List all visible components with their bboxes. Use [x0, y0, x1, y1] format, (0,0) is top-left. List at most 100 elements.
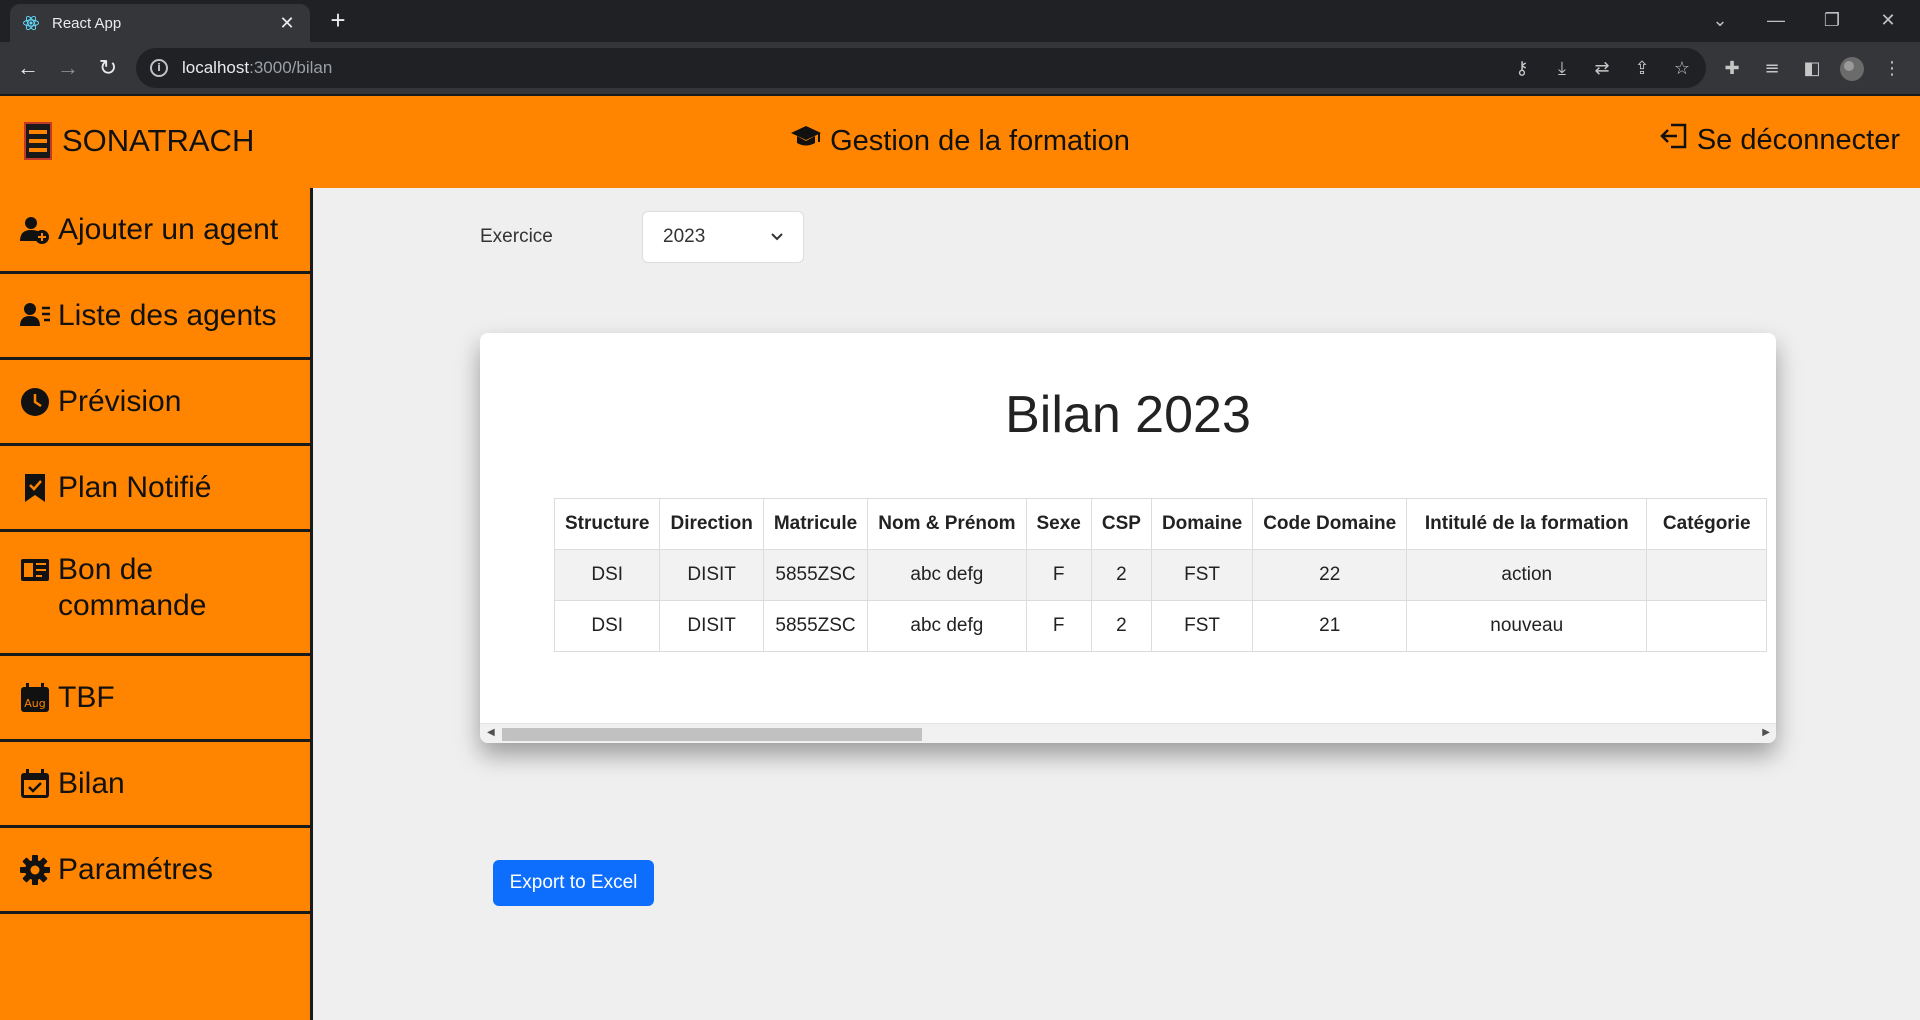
- close-window-button[interactable]: ✕: [1860, 0, 1916, 42]
- app-header: SONATRACH Gestion de la formation Se déc…: [0, 96, 1920, 188]
- exercice-select[interactable]: 2023: [642, 211, 804, 263]
- exercice-label: Exercice: [480, 226, 553, 247]
- scroll-left-arrow-icon[interactable]: ◀: [487, 727, 495, 738]
- logout-icon: [1659, 122, 1689, 158]
- column-header: Structure: [554, 498, 661, 550]
- column-header: Nom & Prénom: [867, 498, 1027, 550]
- site-info-icon[interactable]: i: [150, 59, 168, 77]
- sidebar-item-bon-commande[interactable]: Bon de commande: [0, 532, 310, 656]
- restore-button[interactable]: ❐: [1804, 0, 1860, 42]
- bookmark-check-icon: [25, 473, 45, 502]
- sidebar-item-label: TBF: [58, 680, 115, 714]
- column-header: Intitulé de la formation: [1406, 498, 1648, 550]
- profile-avatar[interactable]: [1838, 55, 1866, 83]
- calendar-aug-icon: Aug: [21, 682, 49, 712]
- tab-search-icon[interactable]: ⌄: [1692, 0, 1748, 42]
- sidebar-item-bilan[interactable]: Bilan: [0, 742, 310, 828]
- clock-icon: [21, 387, 49, 416]
- table-cell: DSI: [554, 600, 661, 652]
- table-cell: FST: [1150, 600, 1254, 652]
- sidebar-item-prevision[interactable]: Prévision: [0, 360, 310, 446]
- table-cell: FST: [1150, 549, 1254, 601]
- column-header: Code Domaine: [1252, 498, 1408, 550]
- url-host: localhost: [182, 58, 250, 77]
- sidebar-item-liste-agents[interactable]: Liste des agents: [0, 274, 310, 360]
- bilan-table-scroll[interactable]: Structure Direction Matricule Nom & Prén…: [554, 498, 1776, 652]
- logout-label: Se déconnecter: [1696, 123, 1900, 156]
- table-cell: abc defg: [867, 600, 1027, 652]
- sidebar-item-tbf[interactable]: Aug TBF: [0, 656, 310, 742]
- sidebar-item-parametres[interactable]: Paramétres: [0, 828, 310, 914]
- calendar-check-icon: [21, 768, 49, 798]
- sidebar-item-plan-notifie[interactable]: Plan Notifié: [0, 446, 310, 532]
- column-header: CSP: [1090, 498, 1152, 550]
- table-cell: F: [1025, 549, 1092, 601]
- extensions-icon[interactable]: ✚: [1718, 55, 1746, 83]
- table-cell: F: [1025, 600, 1092, 652]
- user-list-icon: [20, 302, 50, 326]
- sidebar-item-ajouter-agent[interactable]: Ajouter un agent: [0, 188, 310, 274]
- bilan-table: Structure Direction Matricule Nom & Prén…: [554, 498, 1768, 652]
- table-cell: DISIT: [659, 549, 764, 601]
- table-row: DSI DISIT 5855ZSC abc defg F 2 FST 22 ac…: [554, 549, 1768, 601]
- table-cell: nouveau: [1406, 600, 1648, 652]
- table-cell: 22: [1252, 549, 1408, 601]
- side-panel-icon[interactable]: ◧: [1798, 55, 1826, 83]
- sidebar-item-label: Bon de commande: [58, 553, 207, 622]
- table-cell: abc defg: [867, 549, 1027, 601]
- export-excel-button[interactable]: Export to Excel: [493, 860, 654, 906]
- address-bar[interactable]: i localhost:3000/bilan: [136, 48, 1706, 88]
- logout-button[interactable]: Se déconnecter: [1659, 122, 1900, 158]
- gear-icon: [20, 854, 50, 885]
- close-tab-icon[interactable]: ✕: [276, 13, 298, 34]
- browser-toolbar: ← → ↻ i localhost:3000/bilan ⚷ ⤓ ⇄ ⇪ ☆ ✚…: [0, 42, 1920, 96]
- sidebar-item-label: Plan Notifié: [58, 470, 212, 504]
- sidebar-item-label: Bilan: [58, 766, 125, 800]
- table-cell: 2: [1090, 600, 1152, 652]
- exercice-select-value: 2023: [663, 226, 706, 247]
- table-header-row: Structure Direction Matricule Nom & Prén…: [554, 498, 1768, 550]
- user-plus-icon: [20, 216, 49, 244]
- column-header: Catégorie: [1646, 498, 1768, 550]
- minimize-button[interactable]: —: [1748, 0, 1804, 42]
- scroll-right-arrow-icon[interactable]: ▶: [1762, 727, 1770, 738]
- table-cell: 21: [1252, 600, 1408, 652]
- horizontal-scrollbar[interactable]: ◀ ▶: [480, 723, 1776, 743]
- key-icon[interactable]: ⚷: [1508, 55, 1536, 83]
- column-header: Domaine: [1150, 498, 1254, 550]
- back-button[interactable]: ←: [12, 52, 44, 84]
- menu-kebab-icon[interactable]: ⋮: [1878, 55, 1906, 83]
- sidebar-item-label: Ajouter un agent: [58, 212, 279, 246]
- table-row: DSI DISIT 5855ZSC abc defg F 2 FST 21 no…: [554, 600, 1768, 652]
- share-icon[interactable]: ⇪: [1628, 55, 1656, 83]
- bilan-card: Bilan 2023 Structure Direction Matricule…: [480, 333, 1776, 743]
- page-header-title: Gestion de la formation: [0, 124, 1920, 158]
- browser-tab[interactable]: React App ✕: [10, 4, 310, 42]
- forward-button[interactable]: →: [52, 52, 84, 84]
- bookmark-star-icon[interactable]: ☆: [1668, 55, 1696, 83]
- reload-button[interactable]: ↻: [92, 52, 124, 84]
- bilan-title: Bilan 2023: [1005, 386, 1251, 444]
- graduation-cap-icon: [790, 124, 822, 158]
- chevron-down-icon: [771, 233, 783, 241]
- table-cell: 5855ZSC: [762, 549, 869, 601]
- table-cell: [1646, 600, 1768, 652]
- table-cell: 5855ZSC: [762, 600, 869, 652]
- tab-title: React App: [52, 14, 122, 32]
- column-header: Direction: [659, 498, 764, 550]
- header-title-text: Gestion de la formation: [830, 125, 1130, 157]
- table-cell: 2: [1090, 549, 1152, 601]
- reading-list-icon[interactable]: ≡: [1758, 55, 1786, 83]
- column-header: Matricule: [762, 498, 869, 550]
- translate-icon[interactable]: ⇄: [1588, 55, 1616, 83]
- table-cell: [1646, 549, 1768, 601]
- install-icon[interactable]: ⤓: [1548, 55, 1576, 83]
- scrollbar-thumb[interactable]: [502, 728, 922, 741]
- sidebar-item-label: Prévision: [58, 384, 182, 418]
- browser-tabbar: React App ✕ + ⌄ — ❐ ✕: [0, 0, 1920, 42]
- sidebar-item-label: Paramétres: [58, 852, 214, 886]
- react-icon: [23, 15, 39, 31]
- sidebar-item-label: Liste des agents: [58, 298, 277, 332]
- column-header: Sexe: [1025, 498, 1092, 550]
- new-tab-button[interactable]: +: [324, 6, 352, 34]
